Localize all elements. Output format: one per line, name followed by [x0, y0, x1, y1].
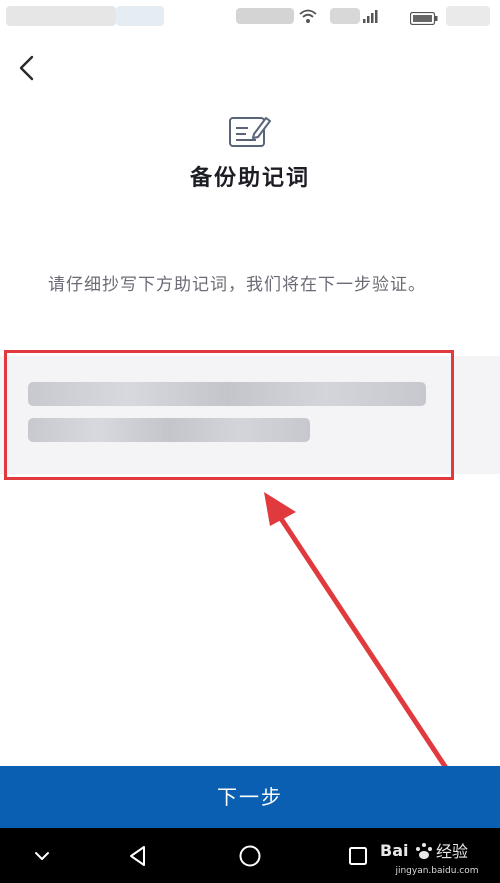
status-bar-blurred-area: [6, 6, 116, 26]
baidu-jingyan-logo: Bai 经验: [380, 841, 468, 861]
battery-icon: [409, 10, 438, 26]
watermark-url: jingyan.baidu.com: [395, 866, 479, 876]
baidu-watermark: Bai 经验 jingyan.baidu.com: [378, 836, 496, 880]
status-bar-blurred-area: [330, 8, 360, 24]
nav-recent-icon[interactable]: [344, 842, 372, 870]
mnemonic-words: [28, 382, 428, 446]
status-bar-blurred-area: [116, 6, 164, 26]
mnemonic-note-icon: [228, 112, 272, 150]
back-arrow-icon: [19, 55, 34, 81]
mnemonic-words-blurred-row: [28, 418, 310, 442]
status-bar-blurred-area: [446, 6, 490, 26]
page-title: 备份助记词: [189, 166, 310, 191]
nav-back-icon[interactable]: [124, 842, 152, 870]
mnemonic-words-blurred-row: [28, 382, 426, 406]
nav-down-icon[interactable]: [28, 842, 56, 870]
status-bar: [0, 0, 500, 34]
svg-text:经验: 经验: [436, 842, 468, 861]
status-bar-blurred-area: [236, 8, 294, 24]
next-step-button[interactable]: 下一步: [0, 766, 500, 828]
signal-icon: [362, 8, 378, 24]
wifi-icon: [298, 8, 318, 24]
svg-text:Bai: Bai: [380, 841, 408, 860]
instruction-text: 请仔细抄写下方助记词，我们将在下一步验证。: [48, 275, 426, 295]
nav-home-icon[interactable]: [236, 842, 264, 870]
back-button[interactable]: [10, 50, 46, 86]
